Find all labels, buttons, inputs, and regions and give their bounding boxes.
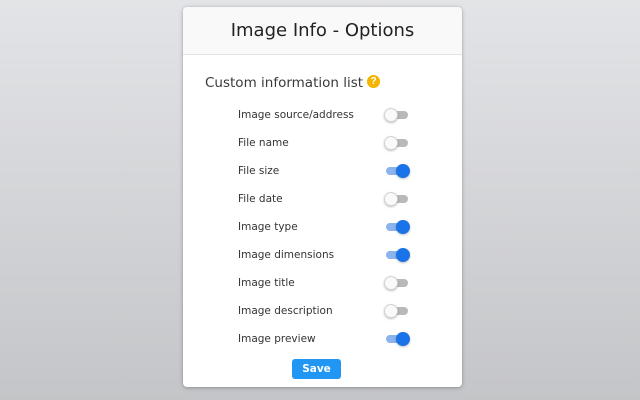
- option-row-image-dimensions: Image dimensions: [238, 241, 410, 269]
- option-label: Image type: [238, 221, 298, 233]
- toggle-thumb: [384, 136, 398, 150]
- option-row-file-date: File date: [238, 185, 410, 213]
- image-description-toggle[interactable]: [384, 304, 410, 318]
- help-icon[interactable]: ?: [367, 74, 381, 88]
- option-row-image-description: Image description: [238, 297, 410, 325]
- option-label: Image title: [238, 277, 295, 289]
- page-title: Image Info - Options: [230, 20, 415, 41]
- option-label: Image description: [238, 305, 333, 317]
- image-source-toggle[interactable]: [384, 108, 410, 122]
- options-list: Image source/address File name File size…: [238, 101, 410, 353]
- toggle-thumb: [384, 304, 398, 318]
- option-row-image-source: Image source/address: [238, 101, 410, 129]
- option-label: File name: [238, 137, 289, 149]
- file-size-toggle[interactable]: [384, 164, 410, 178]
- option-label: Image dimensions: [238, 249, 335, 261]
- section-title-label: Custom information list: [205, 75, 364, 91]
- toggle-thumb: [396, 220, 410, 234]
- option-row-image-preview: Image preview: [238, 325, 410, 353]
- toggle-thumb: [396, 332, 410, 346]
- image-type-toggle[interactable]: [384, 220, 410, 234]
- option-row-file-name: File name: [238, 129, 410, 157]
- file-name-toggle[interactable]: [384, 136, 410, 150]
- image-title-toggle[interactable]: [384, 276, 410, 290]
- toggle-thumb: [384, 276, 398, 290]
- option-label: Image source/address: [238, 109, 354, 121]
- toggle-thumb: [384, 192, 398, 206]
- save-button[interactable]: Save: [292, 359, 341, 379]
- option-row-image-title: Image title: [238, 269, 410, 297]
- toggle-thumb: [396, 248, 410, 262]
- toggle-thumb: [396, 164, 410, 178]
- card-header: Image Info - Options: [183, 7, 462, 55]
- option-label: File date: [238, 193, 283, 205]
- options-card: Image Info - Options Custom information …: [183, 7, 462, 387]
- image-preview-toggle[interactable]: [384, 332, 410, 346]
- file-date-toggle[interactable]: [384, 192, 410, 206]
- section-title: Custom information list ?: [205, 74, 381, 91]
- toggle-thumb: [384, 108, 398, 122]
- option-label: Image preview: [238, 333, 316, 345]
- option-label: File size: [238, 165, 280, 177]
- option-row-image-type: Image type: [238, 213, 410, 241]
- image-dimensions-toggle[interactable]: [384, 248, 410, 262]
- option-row-file-size: File size: [238, 157, 410, 185]
